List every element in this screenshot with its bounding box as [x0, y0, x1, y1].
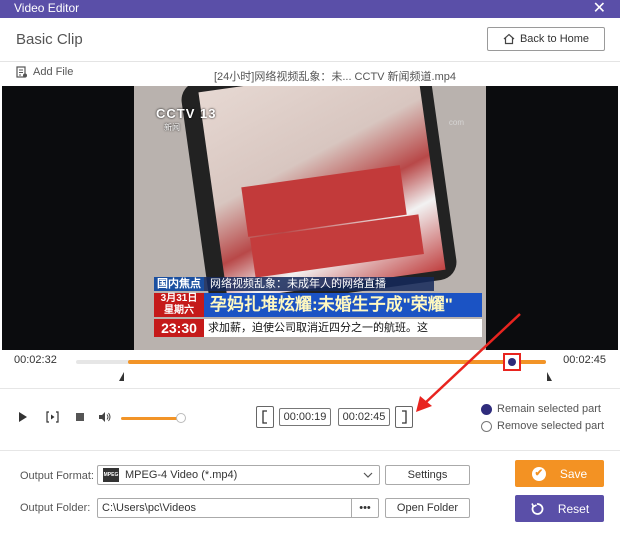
file-name: [24小时]网络视频乱象：未... CCTV 新闻频道.mp4 — [213, 71, 457, 83]
output-format-value: MPEG-4 Video (*.mp4) — [125, 469, 238, 481]
playhead-dot — [508, 358, 516, 366]
stop-button[interactable] — [73, 410, 87, 424]
timeline-end-time: 00:02:45 — [563, 354, 606, 366]
channel-sub: 新闻 — [164, 123, 180, 132]
video-frame: CCTV 13 新闻 com 国内焦点 网络视频乱象：未成年人的网络直播 3月3… — [134, 86, 486, 350]
reset-label: Reset — [557, 501, 590, 516]
ticker-text: 网络视频乱象：未成年人的网络直播 — [204, 277, 434, 291]
ticker-scroll-text: 求加薪，迫使公司取消近四分之一的航班。这 — [204, 319, 482, 337]
remain-label: Remain selected part — [497, 403, 601, 415]
home-icon — [503, 33, 515, 45]
settings-button[interactable]: Settings — [385, 465, 470, 485]
save-label: Save — [559, 466, 588, 481]
reset-icon — [531, 502, 544, 515]
news-headline-bar: 3月31日 星期六 孕妈扎堆炫耀:未婚生子成"荣耀" — [154, 293, 482, 317]
remove-radio[interactable] — [481, 420, 492, 432]
stop-icon — [76, 413, 84, 421]
file-toolbar: Add File [24小时]网络视频乱象：未... CCTV 新闻频道.mp4 — [0, 62, 620, 86]
output-folder-label: Output Folder: — [20, 502, 91, 514]
mpeg-format-icon: MPEG — [103, 468, 119, 482]
save-button[interactable]: ✔ Save — [515, 460, 604, 487]
window-title: Video Editor — [14, 1, 80, 15]
play-button[interactable] — [16, 410, 30, 424]
clip-end-input[interactable]: 00:02:45 — [338, 408, 390, 426]
channel-logo: CCTV 13 — [156, 106, 217, 121]
playhead-handle[interactable] — [503, 353, 521, 371]
remain-selected-option[interactable]: Remain selected part — [481, 403, 601, 415]
set-end-button[interactable] — [395, 406, 413, 428]
timeline-start-time: 00:02:32 — [14, 354, 57, 366]
chevron-down-icon — [363, 472, 373, 478]
start-marker-handle[interactable] — [119, 372, 124, 381]
output-format-label: Output Format: — [20, 470, 94, 482]
reset-button[interactable]: Reset — [515, 495, 604, 522]
timeline-selection — [128, 360, 546, 364]
remove-label: Remove selected part — [497, 420, 604, 432]
volume-slider[interactable] — [121, 417, 183, 420]
news-headline: 孕妈扎堆炫耀:未婚生子成"荣耀" — [204, 293, 482, 317]
video-preview[interactable]: CCTV 13 新闻 com 国内焦点 网络视频乱象：未成年人的网络直播 3月3… — [2, 86, 618, 350]
news-scroll-bar: 23:30 求加薪，迫使公司取消近四分之一的航班。这 — [154, 319, 482, 337]
title-bar: Video Editor ✕ — [0, 0, 620, 18]
back-to-home-button[interactable]: Back to Home — [487, 27, 605, 51]
bracket-left-icon — [262, 410, 267, 424]
timeline: 00:02:32 00:02:45 — [0, 350, 620, 388]
back-to-home-label: Back to Home — [519, 33, 590, 45]
volume-knob[interactable] — [176, 413, 186, 423]
ticker-date: 3月31日 星期六 — [154, 293, 204, 317]
remove-selected-option[interactable]: Remove selected part — [481, 420, 604, 432]
watermark: com — [448, 118, 464, 127]
close-icon[interactable]: ✕ — [593, 0, 606, 18]
ticker-date-line1: 3月31日 — [160, 293, 198, 304]
remain-radio[interactable] — [481, 403, 492, 415]
save-check-icon: ✔ — [531, 466, 546, 481]
header: Basic Clip Back to Home — [0, 18, 620, 62]
page-title: Basic Clip — [16, 31, 83, 48]
volume-button[interactable] — [98, 410, 112, 424]
volume-icon — [99, 412, 111, 422]
ticker-date-line2: 星期六 — [164, 305, 194, 316]
open-folder-button[interactable]: Open Folder — [385, 498, 470, 518]
clip-start-input[interactable]: 00:00:19 — [279, 408, 331, 426]
news-ticker-top: 国内焦点 网络视频乱象：未成年人的网络直播 — [154, 277, 434, 291]
playback-controls: 00:00:19 00:02:45 Remain selected part R… — [0, 388, 620, 450]
output-format-select[interactable]: MPEG MPEG-4 Video (*.mp4) — [97, 465, 380, 485]
step-frame-icon — [45, 411, 59, 423]
bracket-right-icon — [402, 410, 407, 424]
output-folder-input[interactable]: C:\Users\pc\Videos — [97, 498, 352, 518]
ticker-tag: 国内焦点 — [154, 277, 204, 291]
play-icon — [19, 412, 27, 422]
step-frame-button[interactable] — [45, 410, 59, 424]
browse-folder-button[interactable]: ••• — [351, 498, 379, 518]
end-marker-handle[interactable] — [547, 372, 552, 381]
output-settings: Output Format: MPEG MPEG-4 Video (*.mp4)… — [0, 450, 620, 537]
ticker-clock: 23:30 — [154, 319, 204, 337]
set-start-button[interactable] — [256, 406, 274, 428]
